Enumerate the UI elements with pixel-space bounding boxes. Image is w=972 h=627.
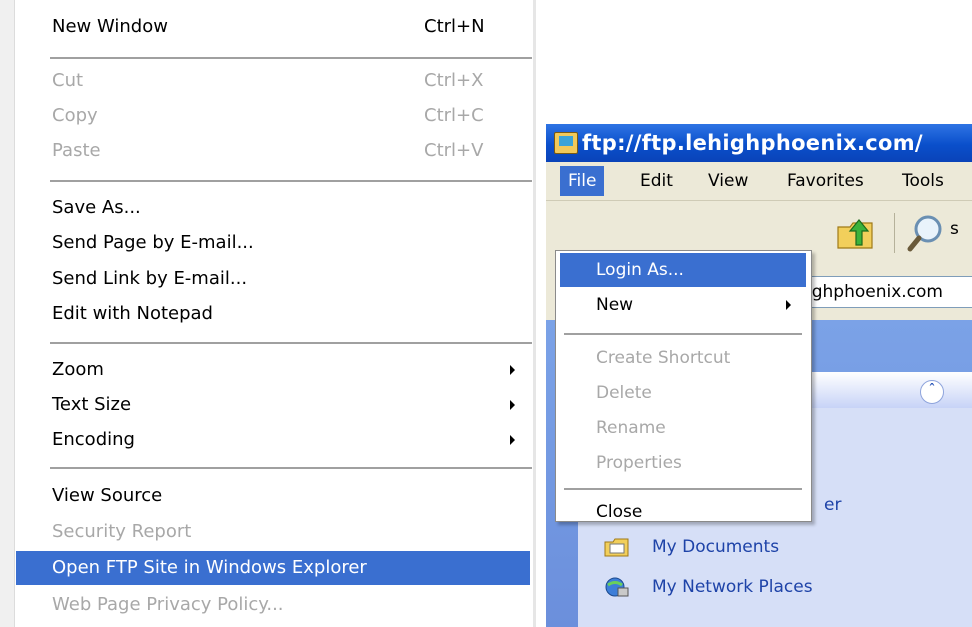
- menu-item-label: Send Link by E-mail...: [52, 268, 248, 289]
- menu-tools[interactable]: Tools: [902, 166, 944, 196]
- network-places-icon: [605, 577, 629, 597]
- file-menu-login-as[interactable]: Login As...: [560, 253, 806, 287]
- menu-item-edit-notepad[interactable]: Edit with Notepad: [16, 297, 530, 331]
- menu-item-label: New: [596, 295, 634, 315]
- menu-file[interactable]: File: [560, 166, 605, 196]
- menu-item-shortcut: Ctrl+C: [424, 105, 484, 126]
- menu-item-label: Properties: [596, 453, 682, 473]
- menu-item-label: Cut: [52, 70, 84, 91]
- menu-item-new-window[interactable]: New Window Ctrl+N: [16, 10, 530, 44]
- menu-item-label: Encoding: [52, 429, 135, 450]
- file-dropdown-menu: Login As... New Create Shortcut Delete R…: [555, 250, 812, 522]
- menu-item-label: Create Shortcut: [596, 348, 731, 368]
- menu-item-label: New Window: [52, 16, 168, 37]
- menu-item-copy[interactable]: Copy Ctrl+C: [16, 99, 530, 133]
- menu-item-view-source[interactable]: View Source: [16, 479, 530, 513]
- menu-item-label: Web Page Privacy Policy...: [52, 594, 284, 615]
- menu-item-label: Rename: [596, 418, 666, 438]
- menu-item-label: View Source: [52, 485, 163, 506]
- menu-item-label: Save As...: [52, 197, 141, 218]
- collapse-chevron-icon[interactable]: ˆ: [920, 380, 944, 404]
- menu-item-save-as[interactable]: Save As...: [16, 191, 530, 225]
- menu-separator: [50, 342, 532, 344]
- menu-item-send-link[interactable]: Send Link by E-mail...: [16, 262, 530, 296]
- menu-item-security-report[interactable]: Security Report: [16, 515, 530, 549]
- menu-item-label: Security Report: [52, 521, 192, 542]
- menu-item-encoding[interactable]: Encoding: [16, 423, 530, 457]
- window-title: ftp://ftp.lehighphoenix.com/: [582, 131, 923, 155]
- submenu-arrow-icon: [786, 300, 791, 310]
- submenu-arrow-icon: [510, 400, 515, 410]
- menu-item-open-ftp-explorer[interactable]: Open FTP Site in Windows Explorer: [16, 551, 530, 585]
- menu-border: [533, 0, 536, 627]
- menu-item-shortcut: Ctrl+V: [424, 140, 484, 161]
- address-input[interactable]: ighphoenix.com: [798, 276, 972, 308]
- file-menu-rename[interactable]: Rename: [560, 411, 806, 445]
- menu-item-shortcut: Ctrl+X: [424, 70, 484, 91]
- menu-item-zoom[interactable]: Zoom: [16, 353, 530, 387]
- submenu-arrow-icon: [510, 365, 515, 375]
- file-menu-properties[interactable]: Properties: [560, 446, 806, 480]
- task-link-label: My Documents: [652, 537, 780, 557]
- menu-item-label: Close: [596, 502, 643, 522]
- task-link-label: My Network Places: [652, 577, 813, 597]
- menu-edit[interactable]: Edit: [640, 166, 673, 196]
- menu-item-label: Login As...: [596, 260, 684, 280]
- page-context-menu: New Window Ctrl+N Cut Ctrl+X Copy Ctrl+C…: [0, 0, 540, 627]
- menu-item-paste[interactable]: Paste Ctrl+V: [16, 134, 530, 168]
- my-documents-icon: [604, 538, 629, 557]
- menu-item-label: Text Size: [52, 394, 132, 415]
- file-menu-delete[interactable]: Delete: [560, 376, 806, 410]
- menu-view[interactable]: View: [708, 166, 748, 196]
- menu-gutter: [0, 0, 15, 627]
- file-menu-new[interactable]: New: [560, 288, 806, 322]
- menu-separator: [50, 180, 532, 182]
- menu-item-label: Open FTP Site in Windows Explorer: [52, 557, 367, 578]
- search-button-label: s: [950, 219, 959, 239]
- menu-item-label: Delete: [596, 383, 652, 403]
- menu-item-privacy-policy[interactable]: Web Page Privacy Policy...: [16, 588, 530, 622]
- submenu-arrow-icon: [510, 435, 515, 445]
- folder-up-icon[interactable]: [836, 215, 876, 251]
- menu-item-label: Send Page by E-mail...: [52, 232, 254, 253]
- menu-separator: [564, 333, 802, 335]
- file-menu-create-shortcut[interactable]: Create Shortcut: [560, 341, 806, 375]
- menu-item-shortcut: Ctrl+N: [424, 16, 485, 37]
- file-menu-close[interactable]: Close: [560, 481, 806, 522]
- menu-item-label: Paste: [52, 140, 101, 161]
- menu-item-label: Copy: [52, 105, 98, 126]
- ftp-folder-icon: [554, 132, 578, 154]
- toolbar-separator: [894, 213, 895, 253]
- task-link-tail: er: [824, 495, 842, 515]
- menu-item-text-size[interactable]: Text Size: [16, 388, 530, 422]
- menu-item-cut[interactable]: Cut Ctrl+X: [16, 64, 530, 98]
- menu-item-label: Zoom: [52, 359, 104, 380]
- title-bar[interactable]: ftp://ftp.lehighphoenix.com/: [546, 124, 972, 162]
- menu-separator: [50, 57, 532, 59]
- menu-favorites[interactable]: Favorites: [787, 166, 864, 196]
- search-icon[interactable]: [906, 213, 946, 253]
- menu-item-send-page[interactable]: Send Page by E-mail...: [16, 226, 530, 260]
- menu-separator: [50, 467, 532, 469]
- menu-bar: File Edit View Favorites Tools: [546, 162, 972, 201]
- menu-item-label: Edit with Notepad: [52, 303, 213, 324]
